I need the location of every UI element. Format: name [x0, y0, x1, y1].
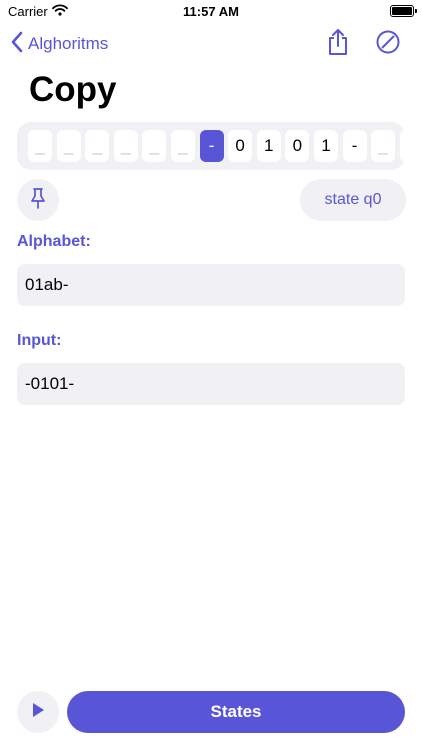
tape-input[interactable]	[17, 374, 405, 394]
prohibit-icon	[375, 29, 401, 60]
tape-cell: _	[28, 130, 52, 162]
chevron-left-icon	[10, 31, 24, 58]
alphabet-label: Alphabet:	[17, 233, 91, 250]
page-title: Copy	[29, 70, 117, 109]
status-bar: Carrier 11:57 AM	[0, 0, 422, 24]
tape-cell: _	[170, 130, 195, 162]
back-button[interactable]: Alghoritms	[10, 30, 108, 58]
tape-cell: _	[56, 130, 81, 162]
input-field[interactable]	[17, 363, 405, 405]
alphabet-input[interactable]	[17, 275, 405, 295]
pin-button[interactable]	[17, 179, 59, 221]
tape-cell: 0	[285, 130, 310, 162]
tape-cell-head: -	[199, 130, 224, 162]
battery-icon	[390, 5, 417, 17]
input-label: Input:	[17, 332, 62, 349]
tape-cell: _	[142, 130, 167, 162]
alphabet-field[interactable]	[17, 264, 405, 306]
tape-cell: _	[399, 130, 405, 162]
tape-cells: _ _ _ _ _ _ - 0 1 0 1 - _ _	[28, 130, 405, 162]
play-icon	[31, 702, 45, 723]
tape[interactable]: _ _ _ _ _ _ - 0 1 0 1 - _ _	[17, 122, 405, 170]
tape-cell: 0	[228, 130, 253, 162]
states-button[interactable]: States	[67, 691, 405, 733]
share-icon	[326, 28, 350, 61]
play-button[interactable]	[17, 691, 59, 733]
tape-cell: 1	[256, 130, 281, 162]
back-label: Alghoritms	[28, 34, 109, 53]
clock: 11:57 AM	[183, 4, 239, 19]
tape-cell: _	[371, 130, 396, 162]
tape-cell: 1	[313, 130, 338, 162]
share-button[interactable]	[324, 28, 352, 61]
tape-cell: _	[85, 130, 110, 162]
state-badge: state q0	[300, 179, 406, 221]
tape-cell: -	[342, 130, 367, 162]
pin-icon	[29, 187, 47, 214]
prohibit-button[interactable]	[374, 30, 402, 58]
tape-cell: _	[113, 130, 138, 162]
